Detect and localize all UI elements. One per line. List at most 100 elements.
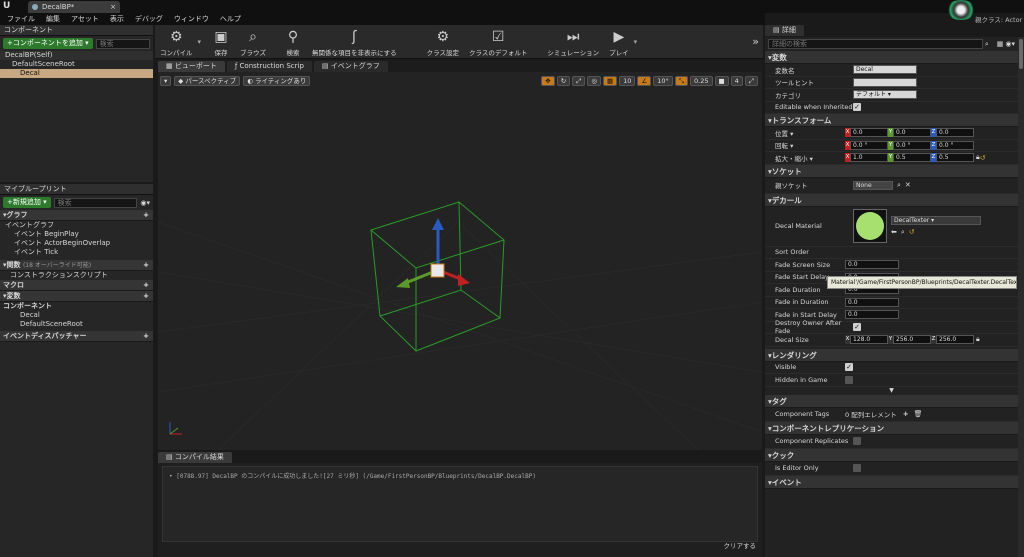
add-tag-icon[interactable]: + xyxy=(903,410,909,418)
details-tab[interactable]: ▤ 詳細 xyxy=(765,25,804,36)
transform-section[interactable]: ▾トランスフォーム xyxy=(765,114,1018,127)
self-component[interactable]: DecalBP(Self) xyxy=(0,51,153,60)
replication-section[interactable]: ▾コンポーネントレプリケーション xyxy=(765,421,1018,435)
tab-viewport[interactable]: ▦ ビューポート xyxy=(158,60,225,72)
rotation-z-input[interactable]: 0.0 ° xyxy=(936,140,974,150)
event-begin-play[interactable]: イベント BeginPlay xyxy=(0,230,153,239)
event-actor-begin-overlap[interactable]: イベント ActorBeginOverlap xyxy=(0,239,153,248)
scale-snap-value[interactable]: 0.25 xyxy=(690,76,713,86)
world-local-icon[interactable]: ◎ xyxy=(587,76,602,86)
add-graph-button[interactable]: + xyxy=(143,210,149,221)
add-component-button[interactable]: +コンポーネントを追加 ▾ xyxy=(3,38,93,49)
reset-icon[interactable]: ↺ xyxy=(980,154,986,162)
trash-icon[interactable]: 🗑︎ xyxy=(914,410,923,418)
macros-section[interactable]: マクロ + xyxy=(0,280,153,291)
compile-options-icon[interactable]: ▾ xyxy=(198,38,202,46)
clear-button[interactable]: クリアする xyxy=(724,540,757,550)
tooltip-input[interactable] xyxy=(853,77,917,87)
menu-help[interactable]: ヘルプ xyxy=(220,14,241,24)
document-tab[interactable]: DecalBP* × xyxy=(28,1,120,13)
play-options-icon[interactable]: ▾ xyxy=(634,38,638,46)
destroy-owner-checkbox[interactable]: ✓ xyxy=(853,323,861,332)
user-avatar[interactable] xyxy=(946,0,976,20)
use-selected-icon[interactable]: ⬅ xyxy=(891,228,897,236)
graph-section[interactable]: ▾グラフ + xyxy=(0,210,153,221)
compile-results-tab[interactable]: ▤ コンパイル結果 xyxy=(158,452,232,463)
translate-mode-icon[interactable]: ✥ xyxy=(541,76,555,86)
variable-section[interactable]: ▾変数 xyxy=(765,51,1018,64)
grid-view-icon[interactable]: ▦ xyxy=(997,40,1004,48)
tab-construction-script[interactable]: ƒ Construction Scrip xyxy=(226,60,312,72)
perspective-button[interactable]: ◆ パースペクティブ xyxy=(174,76,241,86)
var-decal[interactable]: Decal xyxy=(0,311,153,320)
visibility-icon[interactable]: ◉▾ xyxy=(1005,40,1015,48)
details-scrollbar[interactable] xyxy=(1018,37,1024,557)
add-dispatcher-button[interactable]: + xyxy=(143,331,149,342)
grid-snap-icon[interactable]: ▦ xyxy=(603,76,618,86)
scale-label[interactable]: 拡大・縮小 ▾ xyxy=(765,153,845,163)
play-button[interactable]: ▶ プレイ xyxy=(604,27,634,57)
components-tab[interactable]: コンポーネント xyxy=(0,25,153,36)
event-tick[interactable]: イベント Tick xyxy=(0,248,153,257)
location-y-input[interactable]: 0.0 xyxy=(893,128,931,138)
add-macro-button[interactable]: + xyxy=(143,280,149,291)
hidden-in-game-checkbox[interactable] xyxy=(845,375,853,384)
clear-socket-icon[interactable]: ✕ xyxy=(905,181,911,189)
browse-socket-icon[interactable]: ⌕ xyxy=(897,181,901,190)
browse-button[interactable]: ⌕ ブラウズ xyxy=(235,27,271,57)
material-dropdown[interactable]: DecalTexter ▾ xyxy=(891,215,981,225)
component-default-scene-root[interactable]: DefaultSceneRoot xyxy=(0,60,153,69)
menu-view[interactable]: 表示 xyxy=(110,14,124,24)
class-settings-button[interactable]: ⚙ クラス設定 xyxy=(422,27,464,57)
category-dropdown[interactable]: デフォルト ▾ xyxy=(853,90,917,100)
decal-size-y-input[interactable]: 256.0 xyxy=(893,335,931,345)
add-function-button[interactable]: + xyxy=(143,260,149,271)
component-decal[interactable]: Decal xyxy=(0,69,153,78)
rotation-y-input[interactable]: 0.0 ° xyxy=(893,140,931,150)
rotate-mode-icon[interactable]: ↻ xyxy=(556,76,571,86)
rotation-snap-icon[interactable]: ∠ xyxy=(637,76,652,86)
rendering-section[interactable]: ▾レンダリング xyxy=(765,348,1018,362)
camera-speed-value[interactable]: 4 xyxy=(730,76,743,86)
cook-section[interactable]: ▾クック xyxy=(765,448,1018,462)
add-new-button[interactable]: +新規追加 ▾ xyxy=(3,197,51,208)
my-blueprint-tab[interactable]: マイブループリント xyxy=(0,184,153,195)
scale-y-input[interactable]: 0.5 xyxy=(893,153,931,163)
material-thumbnail[interactable] xyxy=(853,209,887,243)
location-x-input[interactable]: 0.0 xyxy=(850,128,888,138)
lighting-button[interactable]: ◐ ライティングあり xyxy=(243,76,311,86)
reset-material-icon[interactable]: ↺ xyxy=(909,228,915,236)
view-options-icon[interactable]: ◉▾ xyxy=(140,199,150,207)
editor-only-checkbox[interactable] xyxy=(853,464,861,472)
grid-snap-value[interactable]: 10 xyxy=(619,76,636,86)
tab-event-graph[interactable]: ▤ イベントグラフ xyxy=(313,60,388,72)
replicates-checkbox[interactable] xyxy=(853,437,861,445)
rotation-x-input[interactable]: 0.0 ° xyxy=(850,140,888,150)
advanced-expand-icon[interactable]: ▼ xyxy=(765,387,1018,395)
add-variable-button[interactable]: + xyxy=(143,291,149,302)
menu-asset[interactable]: アセット xyxy=(71,14,99,24)
event-graph-item[interactable]: イベントグラフ xyxy=(0,221,153,230)
scale-z-input[interactable]: 0.5 xyxy=(936,153,974,163)
camera-speed-icon[interactable]: ■ xyxy=(714,76,729,86)
expand-toolbar-icon[interactable]: » xyxy=(752,35,759,48)
compile-button[interactable]: ⚙ コンパイル xyxy=(155,27,198,57)
var-name-input[interactable]: Decal xyxy=(853,65,917,75)
save-button[interactable]: ▣ 保存 xyxy=(207,27,235,57)
scale-snap-icon[interactable]: ⤡ xyxy=(674,76,689,86)
fade-in-start-delay-input[interactable]: 0.0 xyxy=(845,310,899,320)
maximize-viewport-icon[interactable]: ⤢ xyxy=(744,76,758,86)
editable-inherited-checkbox[interactable]: ✓ xyxy=(853,103,861,112)
menu-debug[interactable]: デバッグ xyxy=(135,14,163,24)
find-button[interactable]: ⚲ 検索 xyxy=(279,27,307,57)
location-z-input[interactable]: 0.0 xyxy=(936,128,974,138)
decal-size-x-input[interactable]: 128.0 xyxy=(850,335,888,345)
browse-material-icon[interactable]: ⌕ xyxy=(901,228,905,237)
var-default-scene-root[interactable]: DefaultSceneRoot xyxy=(0,320,153,329)
fade-screen-size-input[interactable]: 0.0 xyxy=(845,260,899,270)
variables-section[interactable]: ▾変数 + xyxy=(0,291,153,302)
events-section[interactable]: ▾イベント xyxy=(765,475,1018,489)
tags-section[interactable]: ▾タグ xyxy=(765,394,1018,408)
parent-socket-value[interactable]: None xyxy=(853,180,893,190)
socket-section[interactable]: ▾ソケット xyxy=(765,164,1018,178)
